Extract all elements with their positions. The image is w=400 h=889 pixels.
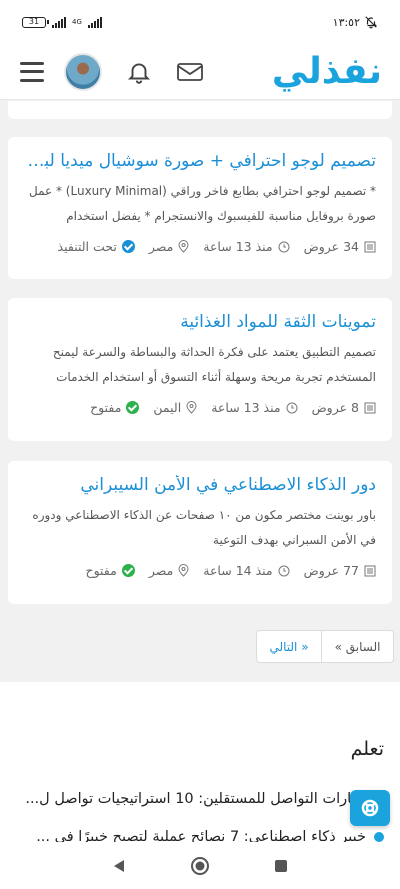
battery-icon: 31 xyxy=(22,16,49,28)
project-title[interactable]: تصميم لوجو احترافي + صورة سوشيال ميديا ل… xyxy=(22,151,376,171)
back-icon[interactable] xyxy=(111,858,127,874)
check-circle-icon xyxy=(126,401,140,414)
offers-count: 8 عروض xyxy=(312,400,376,415)
mail-icon[interactable] xyxy=(176,60,204,84)
project-description: باور بوينت مختصر مكون من ١٠ صفحات عن الذ… xyxy=(32,508,376,547)
posted-time: منذ 13 ساعة xyxy=(211,400,298,415)
offers-label: 34 عروض xyxy=(303,239,359,254)
clock-icon xyxy=(278,565,290,576)
home-icon[interactable] xyxy=(190,856,210,876)
time-label: منذ 13 ساعة xyxy=(211,400,281,415)
project-meta: 8 عروض منذ 13 ساعة اليمن مفتوح xyxy=(22,400,376,415)
project-status: تحت التنفيذ xyxy=(58,239,135,254)
location: اليمن xyxy=(153,400,197,415)
status-time: ١٣:٥٢ xyxy=(332,15,360,29)
learn-item-label: مهارات التواصل للمستقلين: 10 استراتيجيات… xyxy=(25,791,366,807)
status-label: مفتوح xyxy=(90,400,122,415)
network-label: 4G xyxy=(72,17,82,26)
signal-icon xyxy=(52,16,66,28)
location-label: مصر xyxy=(148,563,174,578)
offers-count: 34 عروض xyxy=(304,239,376,254)
time-label: منذ 13 ساعة xyxy=(203,239,273,254)
project-status: مفتوح xyxy=(90,400,140,415)
pagination: التالي » « السابق xyxy=(256,630,394,663)
check-circle-icon xyxy=(121,240,135,253)
location-label: مصر xyxy=(148,239,174,254)
app-logo[interactable]: نفذلي xyxy=(272,51,383,92)
bullet-icon xyxy=(374,832,384,842)
offers-icon xyxy=(364,565,376,576)
system-nav-bar xyxy=(0,842,400,889)
location-pin-icon xyxy=(178,564,189,577)
location-pin-icon xyxy=(186,401,197,414)
project-card[interactable]: تصميم لوجو احترافي + صورة سوشيال ميديا ل… xyxy=(8,137,392,279)
posted-time: منذ 13 ساعة xyxy=(203,239,290,254)
check-circle-icon xyxy=(121,564,135,577)
app-header: نفذلي xyxy=(0,44,400,100)
signal-icon-2 xyxy=(87,16,102,28)
project-description: تصميم التطبيق يعتمد على فكرة الحداثة وال… xyxy=(52,345,376,384)
project-description: * تصميم لوجو احترافي بطابع فاخر وراقي (L… xyxy=(28,184,376,223)
bell-off-icon xyxy=(365,16,378,29)
menu-icon[interactable] xyxy=(20,61,44,82)
offers-label: 77 عروض xyxy=(303,563,359,578)
previous-card-tail xyxy=(8,101,392,119)
status-right: ١٣:٥٢ xyxy=(333,15,378,29)
learn-item[interactable]: مهارات التواصل للمستقلين: 10 استراتيجيات… xyxy=(16,780,384,818)
project-card[interactable]: تموينات الثقة للمواد الغذائية تصميم التط… xyxy=(8,298,392,441)
project-title[interactable]: دور الذكاء الاصطناعي في الأمن السيبراني xyxy=(22,475,376,495)
time-label: منذ 14 ساعة xyxy=(203,563,273,578)
status-left: 31 4G xyxy=(22,16,102,28)
clock-icon xyxy=(286,402,298,413)
recents-icon[interactable] xyxy=(273,858,289,874)
offers-label: 8 عروض xyxy=(311,400,359,415)
next-page-button[interactable]: التالي » xyxy=(257,631,323,662)
learn-section: تعلم مهارات التواصل للمستقلين: 10 استرات… xyxy=(0,682,400,845)
offers-count: 77 عروض xyxy=(304,563,376,578)
project-meta: 77 عروض منذ 14 ساعة مصر مفتوح xyxy=(22,563,376,578)
location-pin-icon xyxy=(178,240,189,253)
clock-icon xyxy=(278,241,290,252)
project-title[interactable]: تموينات الثقة للمواد الغذائية xyxy=(22,312,376,332)
status-bar: 31 4G ١٣:٥٢ xyxy=(0,0,400,44)
project-card[interactable]: دور الذكاء الاصطناعي في الأمن السيبراني … xyxy=(8,461,392,604)
location-label: اليمن xyxy=(153,400,182,415)
project-meta: 34 عروض منذ 13 ساعة مصر تحت التنفيذ xyxy=(22,239,376,254)
location: مصر xyxy=(149,239,189,254)
offers-icon xyxy=(364,241,376,252)
lifebuoy-icon xyxy=(361,799,379,817)
status-label: تحت التنفيذ xyxy=(57,239,117,254)
avatar[interactable] xyxy=(64,52,102,91)
posted-time: منذ 14 ساعة xyxy=(203,563,290,578)
support-fab-button[interactable] xyxy=(350,790,390,826)
location: مصر xyxy=(149,563,189,578)
offers-icon xyxy=(364,402,376,413)
prev-page-button[interactable]: « السابق xyxy=(322,631,393,662)
learn-title: تعلم xyxy=(350,738,384,760)
project-status: مفتوح xyxy=(86,563,135,578)
status-label: مفتوح xyxy=(85,563,117,578)
bell-icon[interactable] xyxy=(126,59,152,85)
